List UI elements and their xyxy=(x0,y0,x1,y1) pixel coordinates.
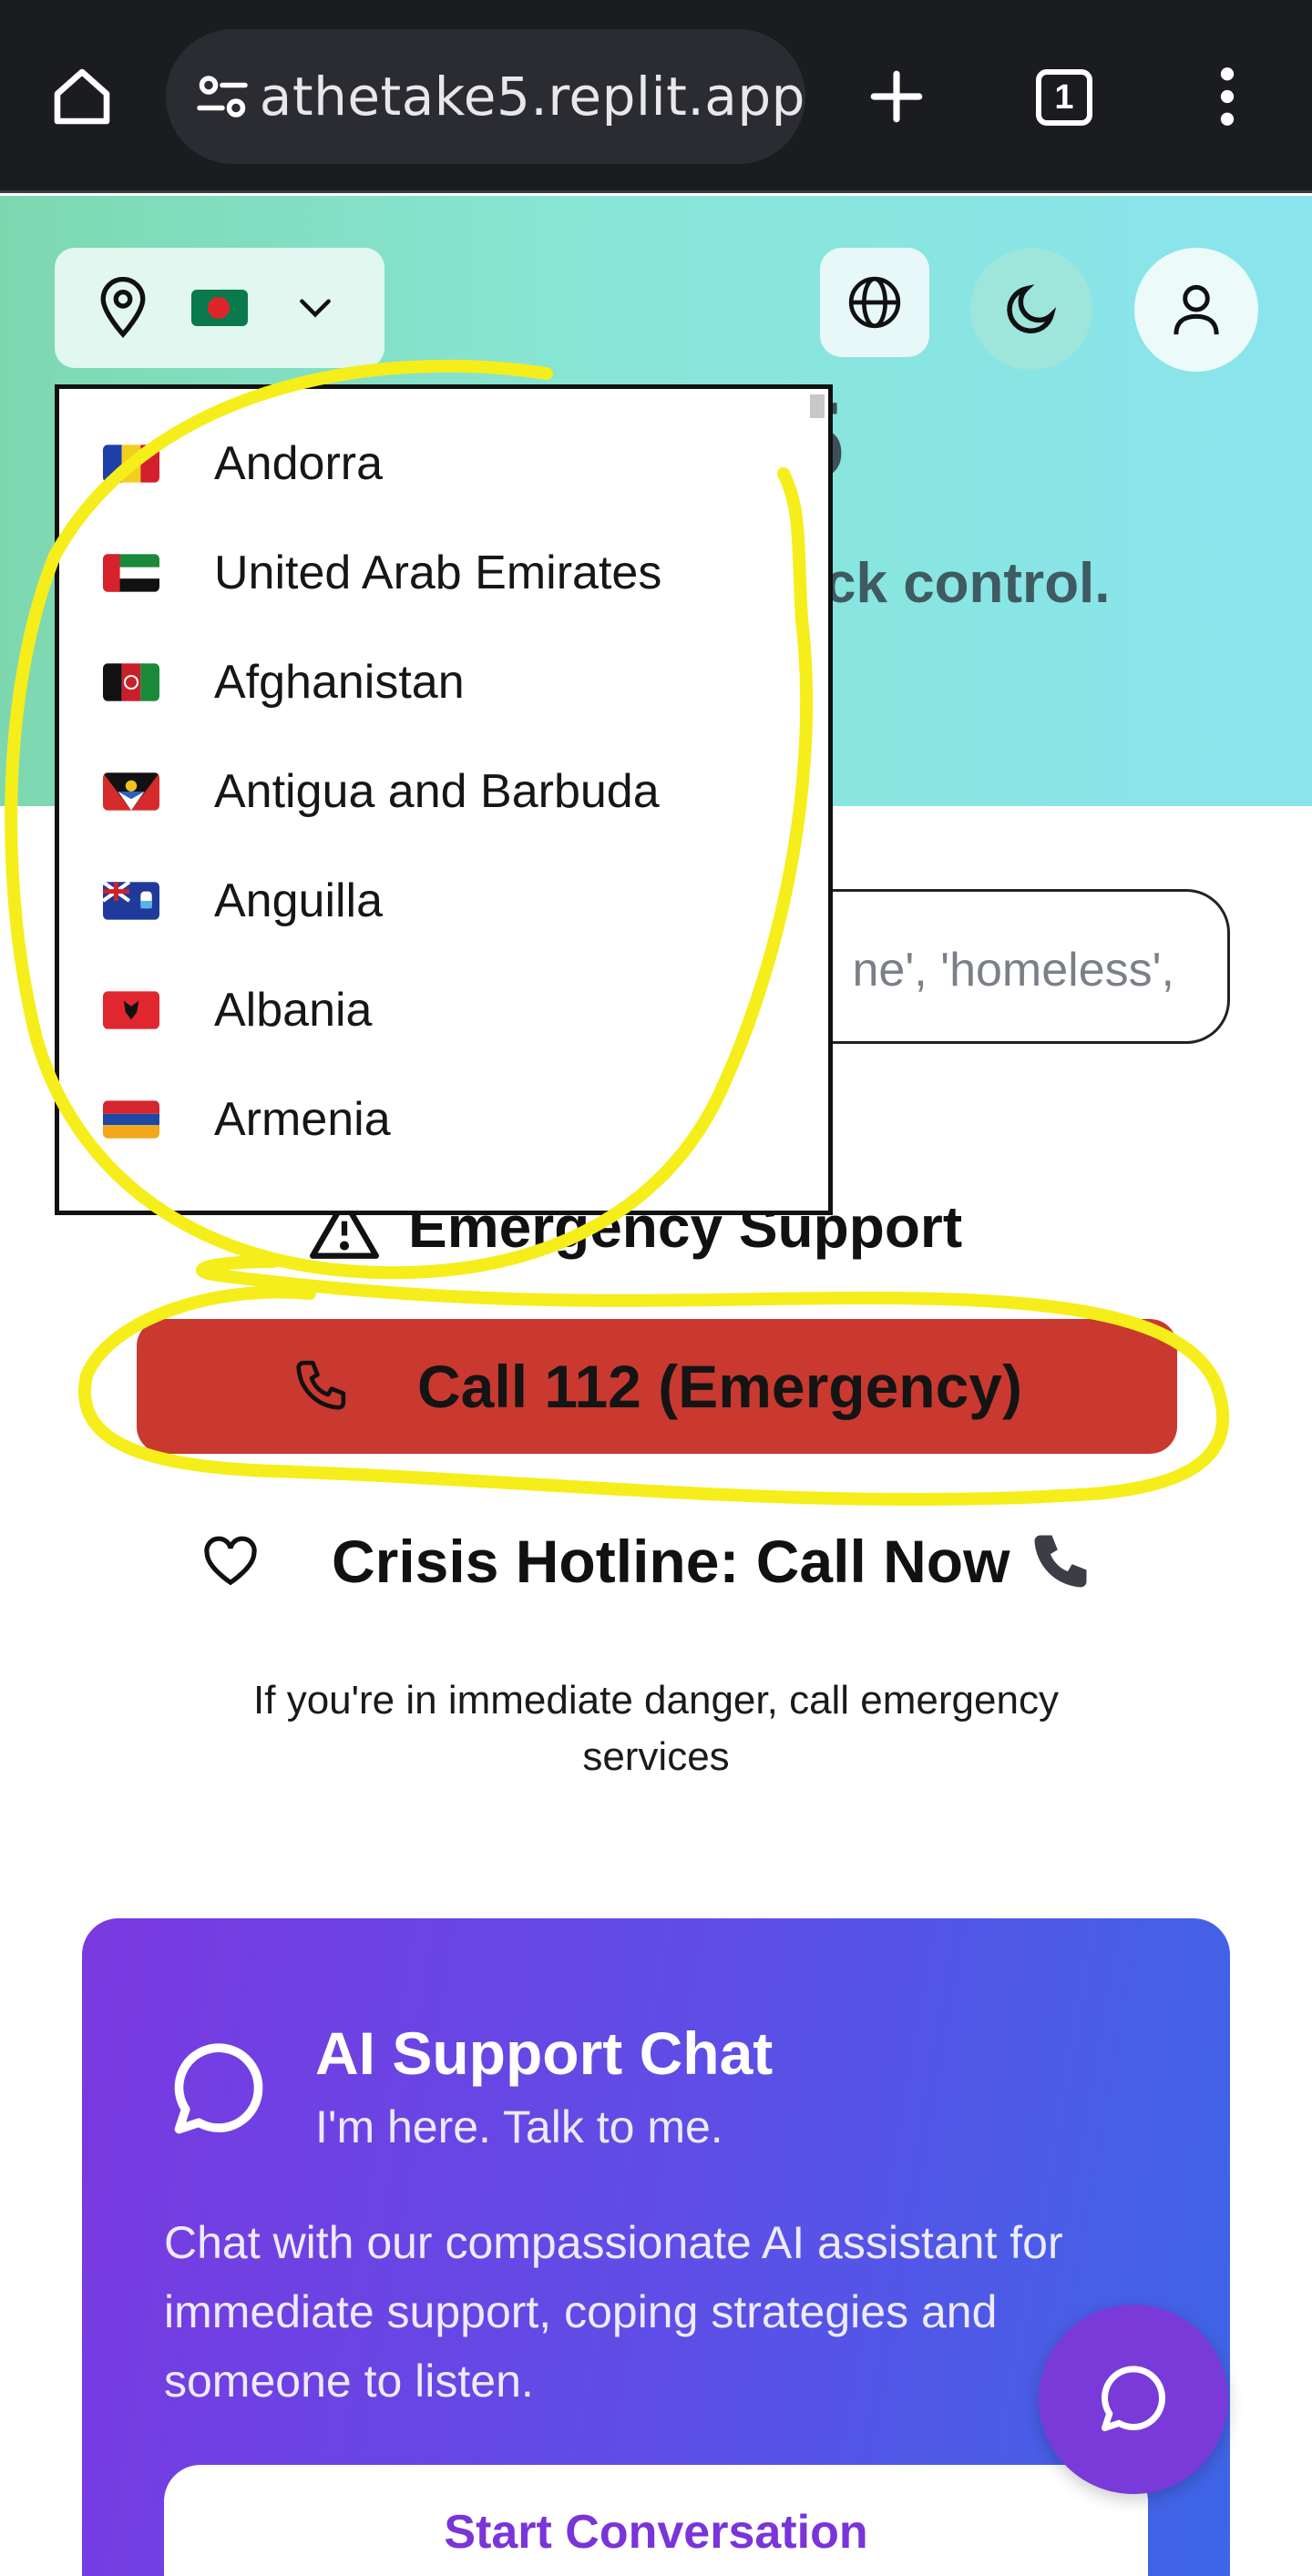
search-input[interactable]: ne', 'homeless', xyxy=(802,889,1230,1044)
country-option-andorra[interactable]: Andorra xyxy=(59,409,828,518)
call-emergency-button[interactable]: Call 112 (Emergency) xyxy=(137,1319,1177,1454)
profile-button[interactable] xyxy=(1134,248,1258,372)
crisis-hotline-label: Crisis Hotline: Call Now xyxy=(332,1528,1010,1595)
new-tab-icon[interactable] xyxy=(856,60,937,133)
theme-toggle-button[interactable] xyxy=(970,248,1092,370)
anguilla-flag-icon xyxy=(103,882,159,920)
country-option-label: Afghanistan xyxy=(214,656,465,709)
search-placeholder: ne', 'homeless', xyxy=(852,944,1174,997)
home-icon[interactable] xyxy=(41,58,123,135)
andorra-flag-icon xyxy=(103,445,159,483)
country-option-label: United Arab Emirates xyxy=(214,547,662,599)
floating-chat-button[interactable] xyxy=(1039,2305,1228,2494)
telephone-receiver-icon xyxy=(1034,1535,1087,1588)
more-menu-icon[interactable] xyxy=(1195,60,1259,133)
country-option-afghanistan[interactable]: Afghanistan xyxy=(59,628,828,737)
uae-flag-icon xyxy=(103,554,159,592)
user-icon xyxy=(1174,284,1219,335)
site-settings-icon[interactable] xyxy=(191,69,254,124)
tab-count: 1 xyxy=(1036,69,1092,126)
browser-toolbar: athetake5.replit.app 1 xyxy=(0,0,1312,193)
chevron-down-icon xyxy=(300,299,331,318)
chat-bubble-icon xyxy=(1102,2366,1166,2431)
ai-chat-subtitle: I'm here. Talk to me. xyxy=(315,2101,723,2152)
ai-chat-description: Chat with our compassionate AI assistant… xyxy=(164,2217,1063,2407)
start-conversation-button[interactable]: Start Conversation xyxy=(164,2465,1148,2576)
country-option-label: Anguilla xyxy=(214,874,384,927)
message-circle-icon xyxy=(174,2043,263,2134)
country-option-label: Armenia xyxy=(214,1093,391,1146)
armenia-flag-icon xyxy=(103,1100,159,1139)
bangladesh-flag-icon xyxy=(191,290,248,326)
afghanistan-flag-icon xyxy=(103,663,159,701)
albania-flag-icon xyxy=(103,991,159,1029)
tab-switcher-icon[interactable]: 1 xyxy=(1028,64,1101,131)
country-option-antigua[interactable]: Antigua and Barbuda xyxy=(59,737,828,846)
url-text[interactable]: athetake5.replit.app xyxy=(260,66,805,128)
country-dropdown[interactable]: Andorra United Arab Emirates Afghanistan… xyxy=(55,384,833,1215)
address-bar[interactable]: athetake5.replit.app xyxy=(166,29,805,164)
globe-icon xyxy=(848,276,901,329)
country-option-label: Antigua and Barbuda xyxy=(214,765,660,818)
country-option-label: Andorra xyxy=(214,437,383,490)
call-emergency-label: Call 112 (Emergency) xyxy=(417,1353,1022,1420)
phone-icon xyxy=(296,1360,346,1410)
ai-chat-title: AI Support Chat xyxy=(315,2019,774,2087)
hero-subtitle-fragment: ck control. xyxy=(825,552,1111,615)
country-option-uae[interactable]: United Arab Emirates xyxy=(59,518,828,628)
start-conversation-label: Start Conversation xyxy=(444,2506,868,2559)
language-button[interactable] xyxy=(820,248,929,357)
moon-icon xyxy=(1007,284,1057,333)
antigua-flag-icon xyxy=(103,772,159,811)
heart-icon xyxy=(204,1536,257,1586)
country-option-label: Albania xyxy=(214,984,373,1037)
ai-support-card: AI Support Chat I'm here. Talk to me. Ch… xyxy=(82,1918,1230,2576)
crisis-hotline-link[interactable]: Crisis Hotline: Call Now xyxy=(202,1527,1095,1596)
country-option-anguilla[interactable]: Anguilla xyxy=(59,846,828,956)
danger-notice: If you're in immediate danger, call emer… xyxy=(253,1678,1059,1779)
country-selector-button[interactable] xyxy=(55,248,384,368)
map-pin-icon xyxy=(100,277,146,338)
country-option-armenia[interactable]: Armenia xyxy=(59,1065,828,1174)
country-option-albania[interactable]: Albania xyxy=(59,956,828,1065)
